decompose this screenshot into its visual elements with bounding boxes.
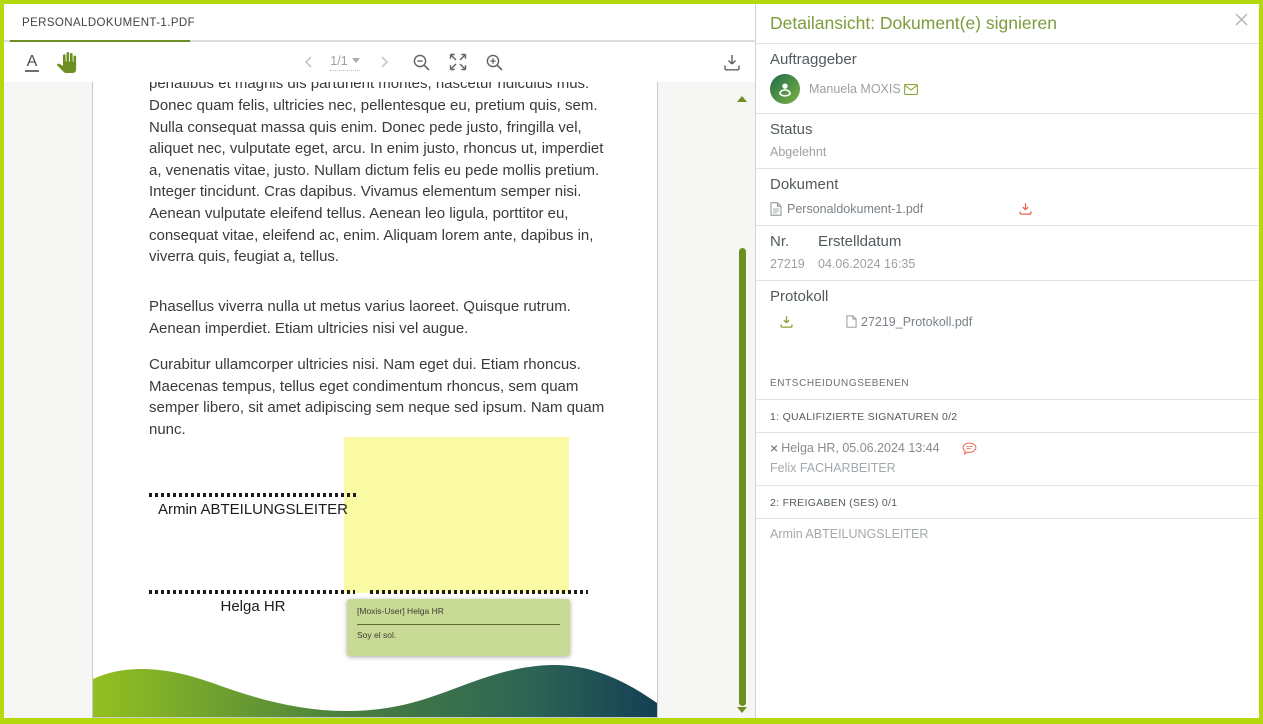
signature-label-armin: Armin ABTEILUNGSLEITER — [149, 501, 357, 518]
scroll-down-arrow[interactable] — [737, 707, 747, 713]
comment-bubble-icon[interactable] — [962, 442, 977, 455]
status-value: Abgelehnt — [770, 145, 1245, 159]
pdf-clipped-line: penatibus et magnis dis parturient monte… — [149, 82, 609, 95]
pdf-paragraph: Curabitur ullamcorper ultricies nisi. Na… — [149, 354, 609, 440]
erstelldatum-value: 04.06.2024 16:35 — [818, 257, 1245, 271]
level-1-header: 1: QUALIFIZIERTE SIGNATUREN 0/2 — [756, 400, 1259, 433]
rejected-mark-icon: × — [770, 442, 778, 454]
avatar — [770, 74, 800, 104]
level-2-header: 2: FREIGABEN (SES) 0/1 — [756, 486, 1259, 519]
level-2-entries: Armin ABTEILUNGSLEITER — [756, 519, 1259, 551]
erstelldatum-label: Erstelldatum — [818, 233, 1245, 250]
pdf-file-icon — [846, 315, 857, 328]
text-annotation-tool-button[interactable]: A — [20, 42, 44, 82]
signature-stamp[interactable]: [Moxis-User] Helga HR Soy el sol. — [347, 599, 570, 656]
section-nr-erstelldatum: Nr. Erstelldatum 27219 04.06.2024 16:35 — [756, 226, 1259, 281]
chevron-down-icon — [352, 58, 360, 63]
auftraggeber-label: Auftraggeber — [770, 51, 1245, 68]
signature-highlight-field[interactable] — [344, 437, 569, 593]
stamp-user-line: [Moxis-User] Helga HR — [357, 606, 560, 625]
entscheidungsebenen-caption: ENTSCHEIDUNGSEBENEN — [756, 362, 1259, 400]
signer-entry: Helga HR, 05.06.2024 13:44 — [781, 441, 939, 455]
download-protokoll-button[interactable] — [779, 314, 794, 329]
signature-dotted-line — [149, 590, 355, 594]
auftraggeber-name: Manuela MOXIS — [809, 82, 901, 96]
download-icon — [723, 53, 741, 71]
level-1-entries: × Helga HR, 05.06.2024 13:44 Felix FACHA… — [756, 433, 1259, 486]
scroll-up-arrow[interactable] — [737, 96, 747, 102]
text-tool-icon: A — [25, 53, 40, 72]
page-selector[interactable]: 1/1 — [322, 42, 368, 82]
download-document-button[interactable] — [1018, 201, 1033, 216]
scrollbar-thumb[interactable] — [739, 248, 746, 706]
tab-personaldokument[interactable]: PERSONALDOKUMENT-1.PDF — [14, 4, 203, 42]
pdf-viewport: penatibus et magnis dis parturient monte… — [4, 82, 755, 718]
zoom-out-icon — [412, 53, 431, 72]
zoom-in-icon — [485, 53, 504, 72]
document-download-button[interactable] — [719, 42, 745, 82]
dokument-file-link[interactable]: Personaldokument-1.pdf — [787, 202, 923, 216]
close-icon — [1234, 12, 1249, 27]
document-tabbar: PERSONALDOKUMENT-1.PDF — [4, 4, 755, 42]
close-button[interactable] — [1231, 9, 1251, 29]
nr-value: 27219 — [770, 257, 818, 271]
footer-wave-graphic — [93, 653, 657, 717]
detail-panel: Detailansicht: Dokument(e) signieren Auf… — [756, 4, 1259, 718]
panel-title: Detailansicht: Dokument(e) signieren — [756, 4, 1259, 44]
tab-label: PERSONALDOKUMENT-1.PDF — [22, 17, 195, 29]
dokument-label: Dokument — [770, 176, 1245, 193]
signer-entry: Felix FACHARBEITER — [770, 461, 1245, 475]
zoom-in-button[interactable] — [481, 42, 507, 82]
previous-page-button[interactable] — [299, 42, 319, 82]
nr-label: Nr. — [770, 233, 818, 250]
pan-tool-button[interactable] — [52, 42, 80, 82]
section-dokument: Dokument Personaldokument-1.pdf — [756, 169, 1259, 226]
protokoll-file-link[interactable]: 27219_Protokoll.pdf — [846, 315, 972, 329]
section-protokoll: Protokoll 27219_Protokoll.pdf — [756, 281, 1259, 338]
signature-label-helga: Helga HR — [149, 598, 357, 615]
pdf-file-icon — [770, 202, 782, 216]
email-icon[interactable] — [904, 84, 918, 95]
fullscreen-button[interactable] — [445, 42, 471, 82]
status-label: Status — [770, 121, 1245, 138]
stamp-comment-line: Soy el sol. — [357, 625, 560, 640]
zoom-out-button[interactable] — [408, 42, 434, 82]
pdf-paragraph: Donec quam felis, ultricies nec, pellent… — [149, 95, 609, 268]
chevron-right-icon — [378, 56, 390, 68]
next-page-button[interactable] — [374, 42, 394, 82]
chevron-left-icon — [303, 56, 315, 68]
signer-entry: Armin ABTEILUNGSLEITER — [770, 527, 1245, 541]
viewer-toolbar: A 1/1 — [4, 42, 755, 82]
fullscreen-icon — [449, 53, 467, 71]
document-viewer: PERSONALDOKUMENT-1.PDF A 1/1 — [4, 4, 756, 718]
signature-dotted-line — [370, 590, 588, 594]
signature-dotted-line — [149, 493, 357, 497]
page-indicator: 1/1 — [330, 54, 347, 68]
pdf-page: penatibus et magnis dis parturient monte… — [92, 82, 658, 718]
protokoll-filename: 27219_Protokoll.pdf — [861, 315, 972, 329]
hand-icon — [56, 52, 77, 73]
section-auftraggeber: Auftraggeber Manuela MOXIS — [756, 44, 1259, 114]
app-window: PERSONALDOKUMENT-1.PDF A 1/1 — [4, 4, 1259, 718]
section-status: Status Abgelehnt — [756, 114, 1259, 169]
protokoll-label: Protokoll — [770, 288, 1245, 305]
pdf-paragraph: Phasellus viverra nulla ut metus varius … — [149, 296, 609, 339]
